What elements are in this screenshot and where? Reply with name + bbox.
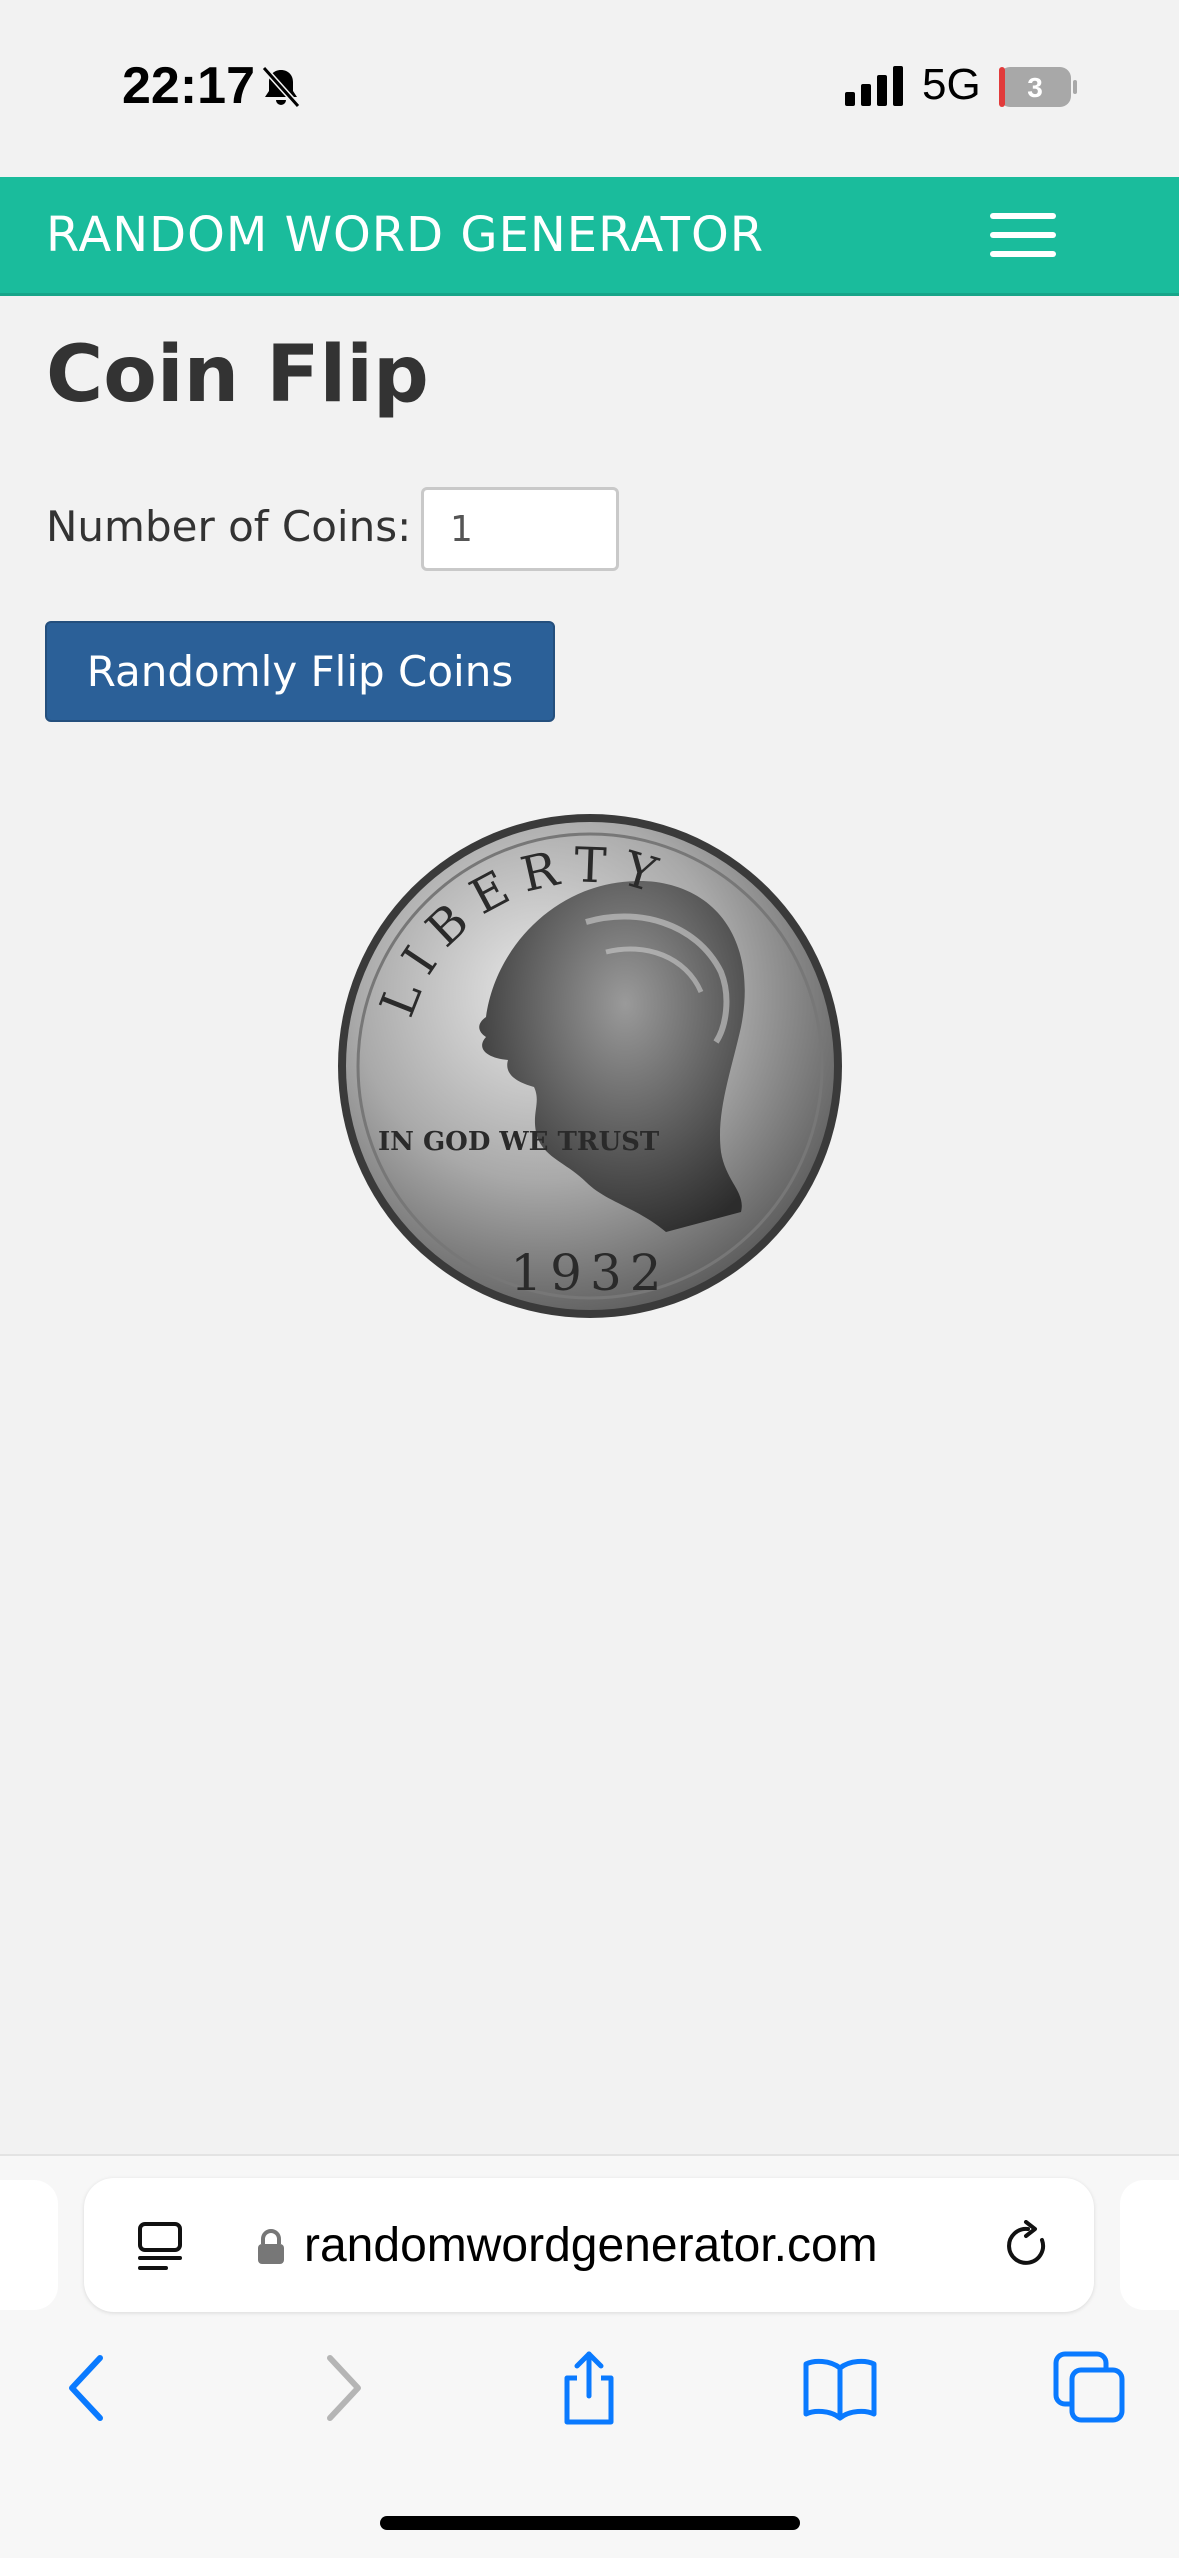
tabs-icon[interactable] — [1050, 2348, 1130, 2428]
status-time: 22:17 — [122, 57, 255, 115]
flip-coins-button[interactable]: Randomly Flip Coins — [45, 621, 555, 722]
battery-icon: 3 — [999, 67, 1077, 107]
cellular-signal-icon — [845, 66, 903, 106]
next-tab-preview[interactable] — [1120, 2180, 1179, 2310]
reload-icon[interactable] — [1002, 2220, 1054, 2272]
back-icon[interactable] — [48, 2348, 128, 2428]
previous-tab-preview[interactable] — [0, 2180, 58, 2310]
number-of-coins-input[interactable] — [421, 487, 619, 571]
status-bar: 22:17 5G 3 — [0, 0, 1179, 177]
bell-muted-icon — [261, 65, 301, 109]
url-text[interactable]: randomwordgenerator.com — [304, 2218, 878, 2273]
forward-icon[interactable] — [302, 2348, 382, 2428]
address-bar[interactable]: randomwordgenerator.com — [84, 2178, 1094, 2312]
lock-icon — [258, 2229, 284, 2264]
coin-image: LIBERTY IN GOD WE TRUST 1932 — [338, 814, 842, 1318]
share-icon[interactable] — [549, 2348, 629, 2428]
number-of-coins-label: Number of Coins: — [46, 502, 412, 551]
home-indicator[interactable] — [380, 2516, 800, 2530]
hamburger-menu-icon[interactable] — [990, 213, 1056, 257]
page-title: Coin Flip — [46, 330, 429, 420]
battery-level: 3 — [1027, 72, 1043, 103]
site-brand-link[interactable]: RANDOM WORD GENERATOR — [46, 207, 764, 263]
site-header: RANDOM WORD GENERATOR — [0, 177, 1179, 296]
bookmarks-icon[interactable] — [800, 2348, 880, 2428]
reader-icon[interactable] — [136, 2220, 188, 2272]
coin-inscription-left: IN GOD WE TRUST — [378, 1127, 660, 1157]
coin-inscription-bottom: 1932 — [510, 1244, 669, 1302]
network-type-label: 5G — [922, 60, 981, 109]
